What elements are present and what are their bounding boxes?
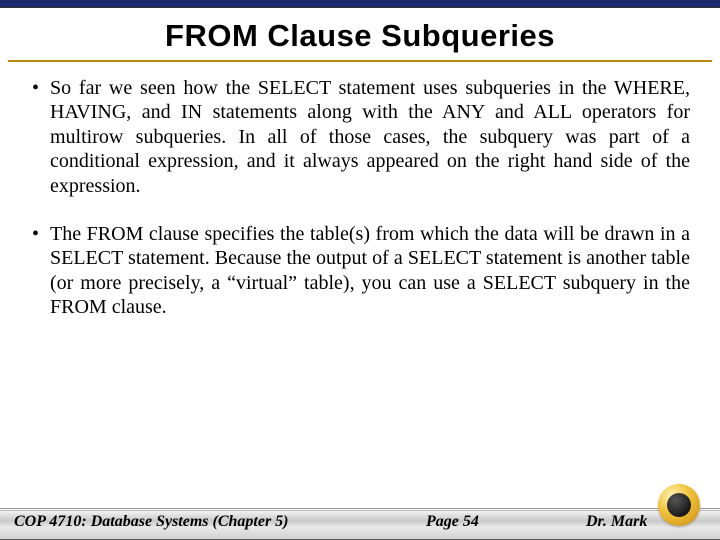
top-accent-bar bbox=[0, 0, 720, 8]
slide-footer: COP 4710: Database Systems (Chapter 5) P… bbox=[0, 508, 720, 540]
bullet-dot-icon: • bbox=[30, 222, 50, 320]
bullet-text: So far we seen how the SELECT statement … bbox=[50, 76, 690, 198]
university-logo-icon bbox=[658, 484, 700, 526]
bullet-dot-icon: • bbox=[30, 76, 50, 198]
footer-course: COP 4710: Database Systems (Chapter 5) bbox=[14, 513, 426, 531]
footer-page: Page 54 bbox=[426, 513, 586, 531]
bullet-item: • The FROM clause specifies the table(s)… bbox=[30, 222, 690, 320]
slide-title: FROM Clause Subqueries bbox=[0, 8, 720, 60]
bullet-item: • So far we seen how the SELECT statemen… bbox=[30, 76, 690, 198]
bullet-text: The FROM clause specifies the table(s) f… bbox=[50, 222, 690, 320]
slide-body: • So far we seen how the SELECT statemen… bbox=[0, 62, 720, 320]
footer-gradient-bar: COP 4710: Database Systems (Chapter 5) P… bbox=[0, 508, 720, 540]
